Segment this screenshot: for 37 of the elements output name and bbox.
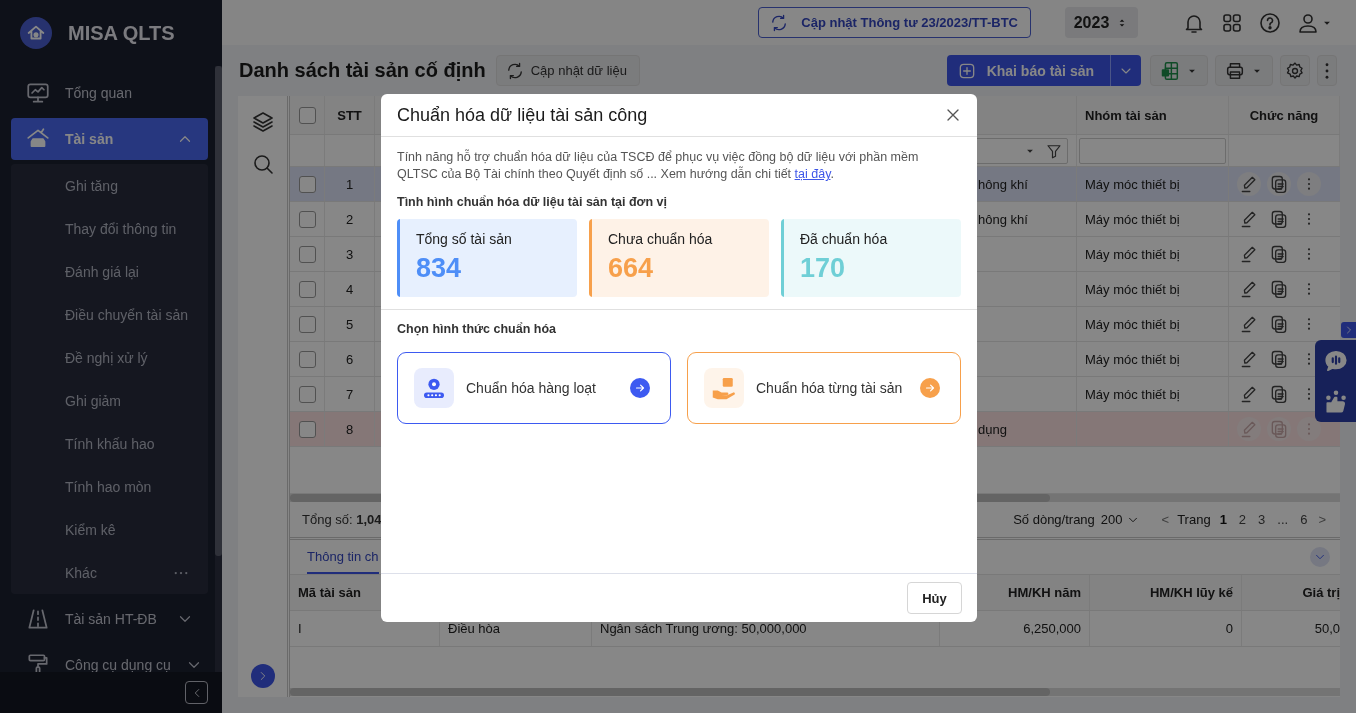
table-cell-text: 50,0 <box>1313 620 1340 638</box>
table-cell: 3 <box>325 237 375 271</box>
stat-value: 664 <box>608 253 655 284</box>
dialog-title: Chuẩn hóa dữ liệu tài sản công <box>397 104 648 126</box>
table-cell: Máy móc thiết bị <box>1077 202 1229 236</box>
page-title: Danh sách tài sản cố định <box>239 59 486 82</box>
description: Tính năng hỗ trợ chuẩn hóa dữ liệu của TSCĐ để phục vụ việc đồng bộ dữ liệu với phần mềm QLTSC của Bộ Tài chính theo Quyết định số ... Xem hướng dẫn chi tiết tại đây. <box>397 149 920 183</box>
section-title: Tình hình chuẩn hóa dữ liệu tài sản tại đơn vị <box>397 195 669 209</box>
table-cell: 6 <box>325 342 375 376</box>
table-cell: 8 <box>325 412 375 446</box>
column-header: HM/KH lũy kế <box>1090 575 1242 610</box>
table-cell: 5 <box>325 307 375 341</box>
page-size-label: Số dòng/trang <box>1013 512 1095 527</box>
table-cell: Máy móc thiết bị <box>1077 342 1229 376</box>
table-cell: 4 <box>325 272 375 306</box>
table-cell: Máy móc thiết bị <box>1077 377 1229 411</box>
stat-label: Chưa chuẩn hóa <box>608 231 713 247</box>
total-count: Tổng số: 1,04 <box>302 512 382 527</box>
table-cell: 0 <box>1090 611 1242 646</box>
page-label: Trang <box>1177 512 1211 527</box>
column-header: Giá trị <box>1301 584 1340 602</box>
brand-name: MISA QLTS <box>68 21 175 45</box>
table-cell: Máy móc thiết bị <box>1077 237 1229 271</box>
stat-value: 170 <box>800 253 847 284</box>
column-header: Nhóm tài sản <box>1077 96 1229 134</box>
column-header: STT <box>325 96 375 134</box>
stat-label: Đã chuẩn hóa <box>800 231 888 247</box>
table-cell: Máy móc thiết bị <box>1077 307 1229 341</box>
table-cell: Máy móc thiết bị <box>1077 167 1229 201</box>
table-cell: 1 <box>325 167 375 201</box>
table-cell: 2 <box>325 202 375 236</box>
column-header: Chức năng <box>1229 96 1340 134</box>
stat-value: 834 <box>416 253 463 284</box>
table-cell: Máy móc thiết bị <box>1077 272 1229 306</box>
section-title: Chọn hình thức chuẩn hóa <box>397 322 558 336</box>
stat-label: Tổng số tài sản <box>416 231 512 247</box>
table-cell: 7 <box>325 377 375 411</box>
